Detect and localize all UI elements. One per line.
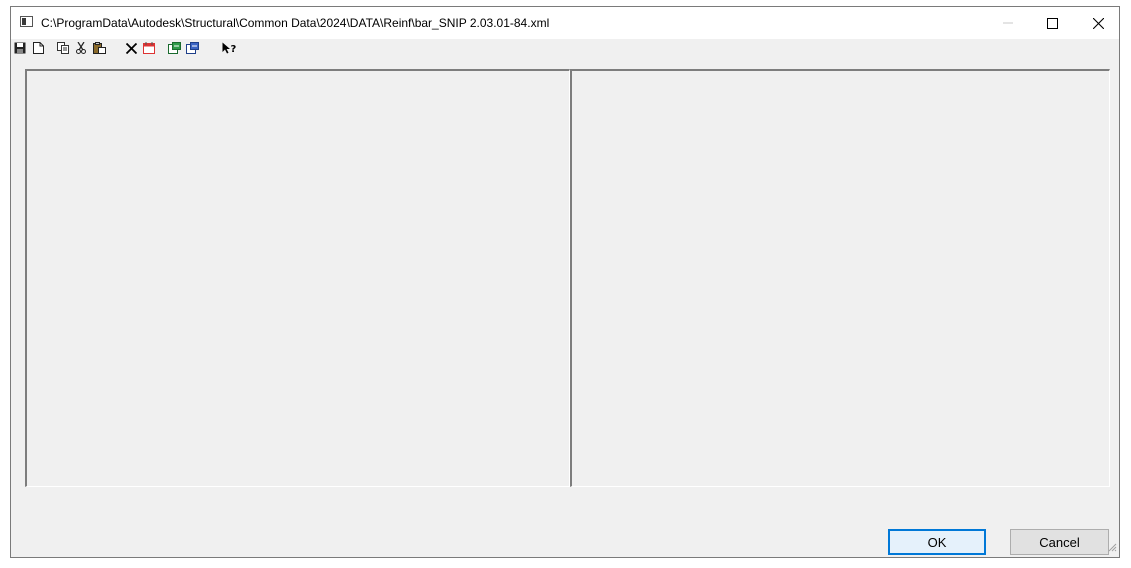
cut-icon (76, 41, 86, 57)
new-button[interactable] (30, 42, 46, 57)
delete-button[interactable] (123, 42, 139, 57)
calendar-button[interactable] (141, 42, 157, 57)
delete-icon (125, 42, 137, 57)
cut-button[interactable] (73, 41, 89, 57)
right-panel[interactable] (570, 69, 1110, 487)
dialog-window: C:\ProgramData\Autodesk\Structural\Commo… (10, 6, 1120, 558)
copy-button[interactable] (55, 42, 71, 57)
resize-grip-icon[interactable] (1107, 541, 1117, 555)
maximize-button[interactable] (1029, 7, 1075, 39)
maximize-icon (1046, 17, 1058, 29)
save-button[interactable] (12, 42, 28, 57)
ok-button[interactable]: OK (888, 529, 986, 555)
close-icon (1092, 17, 1104, 29)
import-icon (167, 42, 181, 57)
left-panel[interactable] (25, 69, 570, 487)
title-bar[interactable]: C:\ProgramData\Autodesk\Structural\Commo… (11, 7, 1119, 39)
app-icon[interactable] (20, 16, 33, 27)
context-help-icon: ? (222, 42, 237, 57)
minimize-button[interactable] (985, 7, 1031, 39)
context-help-button[interactable]: ? (221, 42, 237, 57)
paste-icon (92, 42, 106, 57)
window-title: C:\ProgramData\Autodesk\Structural\Commo… (41, 16, 550, 30)
minimize-icon (1003, 18, 1013, 28)
calendar-icon (143, 42, 155, 57)
toolbar: ? (11, 39, 1119, 59)
export-icon (185, 42, 199, 57)
close-button[interactable] (1075, 7, 1121, 39)
import-button[interactable] (166, 42, 182, 57)
copy-icon (56, 42, 70, 57)
cancel-button[interactable]: Cancel (1010, 529, 1109, 555)
svg-text:?: ? (230, 44, 236, 54)
paste-button[interactable] (91, 42, 107, 57)
new-icon (32, 42, 44, 57)
save-icon (14, 42, 26, 57)
export-button[interactable] (184, 42, 200, 57)
